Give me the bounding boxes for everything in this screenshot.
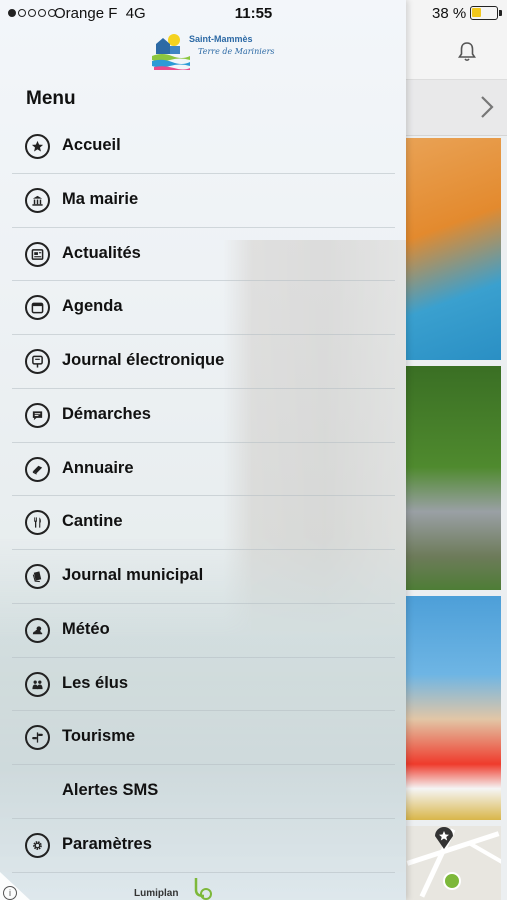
menu-item-agenda[interactable]: Agenda [12, 281, 395, 335]
menu-item-alertes-sms[interactable]: Alertes SMS [12, 765, 395, 819]
menu-item-label: Paramètres [62, 834, 152, 853]
menu-item-tourisme[interactable]: Tourisme [12, 711, 395, 765]
status-bar: Orange F 4G 11:55 38 % [0, 0, 507, 28]
menu-item-label: Tourisme [62, 727, 136, 746]
map-pin-icon [435, 827, 453, 849]
menu-item-label: Actualités [62, 243, 141, 262]
menu-item-annuaire[interactable]: Annuaire [12, 443, 395, 497]
chevron-right-icon[interactable] [478, 94, 496, 120]
menu-item-label: Cantine [62, 512, 123, 531]
battery-percent: 38 % [432, 5, 467, 22]
menu-item-label: Annuaire [62, 458, 134, 477]
logo-tagline: Terre de Mariniers [198, 47, 275, 56]
gear-icon [25, 832, 50, 858]
menu-item-label: Ma mairie [62, 189, 139, 208]
menu-item-ma-mairie[interactable]: Ma mairie [12, 174, 395, 228]
map-tile[interactable] [405, 826, 501, 900]
people-icon [25, 671, 50, 697]
menu-item-journal-municipal[interactable]: Journal municipal [12, 550, 395, 604]
display-board-icon [25, 349, 50, 374]
news-icon [25, 241, 50, 267]
city-logo: Saint-Mammès Terre de Mariniers [150, 30, 275, 76]
menu-list: Accueil Ma mairie Actualités Agenda Jour… [12, 120, 395, 873]
battery-tip [499, 10, 502, 16]
news-tile-image[interactable] [405, 138, 501, 360]
signpost-icon [25, 725, 50, 751]
menu-item-demarches[interactable]: Démarches [12, 389, 395, 443]
menu-item-meteo[interactable]: Météo [12, 604, 395, 658]
chat-bubble-icon [25, 402, 50, 428]
logo-name: Saint-Mammès [189, 34, 253, 44]
info-icon[interactable]: i [3, 886, 17, 900]
menu-item-label: Accueil [62, 136, 121, 154]
magazine-icon [25, 564, 50, 589]
menu-item-label: Météo [62, 619, 110, 638]
side-menu-drawer: Saint-Mammès Terre de Mariniers Menu Acc… [0, 0, 406, 900]
news-tile-image[interactable] [405, 596, 501, 820]
news-tile-image[interactable] [405, 366, 501, 590]
menu-title: Menu [26, 88, 76, 109]
menu-item-label: Démarches [62, 404, 151, 423]
cutlery-icon [25, 510, 50, 536]
menu-item-label: Journal municipal [62, 566, 204, 584]
calendar-icon [25, 295, 50, 321]
lumiplan-logo-icon [194, 878, 212, 900]
menu-item-les-elus[interactable]: Les élus [12, 658, 395, 712]
menu-item-label: Les élus [62, 673, 129, 692]
menu-item-journal-electronique[interactable]: Journal électronique [12, 335, 395, 389]
weather-icon [25, 617, 50, 643]
menu-item-actualites[interactable]: Actualités [12, 228, 395, 282]
star-icon [25, 134, 50, 159]
menu-item-label: Journal électronique [62, 351, 225, 369]
map-location-marker [443, 872, 461, 890]
footer-brand: Lumiplan [134, 888, 179, 899]
bell-icon[interactable] [455, 40, 479, 64]
logo-mark-icon [152, 34, 190, 70]
menu-item-cantine[interactable]: Cantine [12, 496, 395, 550]
battery-fill [472, 8, 481, 17]
menu-item-label: Agenda [62, 297, 123, 316]
menu-item-label: Alertes SMS [62, 781, 159, 799]
menu-item-accueil[interactable]: Accueil [12, 120, 395, 174]
battery-icon [470, 6, 498, 20]
book-icon [25, 456, 50, 482]
status-time: 11:55 [234, 5, 273, 22]
menu-item-parametres[interactable]: Paramètres [12, 819, 395, 873]
town-hall-icon [25, 187, 50, 213]
